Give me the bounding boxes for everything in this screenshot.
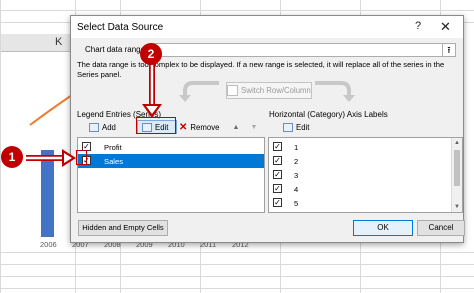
axis-label-checkbox[interactable]: ✓	[273, 156, 282, 165]
axis-edit-label: Edit	[296, 122, 310, 132]
edit-axis-labels-button[interactable]: Edit	[279, 120, 319, 134]
cancel-button[interactable]: Cancel	[417, 220, 465, 236]
hidden-empty-cells-button[interactable]: Hidden and Empty Cells	[78, 220, 168, 236]
legend-entries-list[interactable]: ✓ Profit ✓ Sales	[77, 137, 265, 213]
chart-line-series	[29, 94, 73, 126]
grid-line	[0, 276, 474, 277]
switch-arrow-left-icon	[179, 81, 219, 102]
axis-labels-list[interactable]: ✓ 1 ✓ 2 ✓ 3 ✓ 4 ✓ 5 ▲ ▼	[268, 137, 463, 213]
series-row-profit[interactable]: ✓ Profit	[78, 140, 264, 154]
switch-row-column-label: Switch Row/Column	[241, 86, 311, 95]
axis-list-scrollbar[interactable]: ▲ ▼	[451, 138, 462, 212]
collapse-arrow-icon: ⭱	[447, 45, 451, 55]
add-icon	[89, 122, 99, 132]
scroll-down-icon[interactable]: ▼	[454, 204, 460, 210]
axis-label-checkbox[interactable]: ✓	[273, 170, 282, 179]
collapse-dialog-button[interactable]: ⭱	[442, 43, 456, 57]
axis-labels-title: Horizontal (Category) Axis Labels	[269, 110, 388, 119]
chart-data-range-input[interactable]	[151, 43, 446, 57]
series-label: Sales	[104, 157, 123, 166]
grid-line	[0, 264, 474, 265]
add-label: Add	[102, 122, 116, 132]
add-series-button[interactable]: Add	[85, 120, 125, 134]
axis-label-value: 2	[294, 157, 299, 166]
help-button[interactable]: ?	[415, 20, 421, 32]
axis-label-checkbox[interactable]: ✓	[273, 142, 282, 151]
axis-label-row[interactable]: ✓ 1	[269, 140, 462, 154]
axis-label-row[interactable]: ✓ 3	[269, 168, 462, 182]
step-marker-2: 2	[140, 43, 162, 65]
close-button[interactable]: ✕	[440, 19, 451, 35]
grid-line	[0, 252, 474, 253]
dialog-title: Select Data Source	[77, 22, 164, 33]
series-label: Profit	[104, 143, 122, 152]
remove-label: Remove	[190, 122, 220, 132]
step-marker-1: 1	[1, 146, 23, 168]
dialog-titlebar[interactable]: Select Data Source ? ✕	[71, 16, 463, 38]
axis-label-value: 4	[294, 185, 299, 194]
axis-label-checkbox[interactable]: ✓	[273, 184, 282, 193]
series-row-sales[interactable]: ✓ Sales	[78, 154, 264, 168]
arrow-1-icon	[26, 149, 76, 167]
info-message: The data range is too complex to be disp…	[77, 60, 445, 79]
axis-label-checkbox[interactable]: ✓	[273, 198, 282, 207]
axis-label-value: 3	[294, 171, 299, 180]
switch-row-column-button[interactable]: Switch Row/Column	[226, 82, 312, 99]
remove-icon: ✕	[179, 121, 188, 133]
chevron-up-icon: ▲	[232, 123, 240, 131]
axis-label-row[interactable]: ✓ 5	[269, 196, 462, 210]
chart-data-range-label: Chart data range:	[85, 45, 148, 54]
axis-label-row[interactable]: ✓ 4	[269, 182, 462, 196]
switch-arrow-right-icon	[315, 81, 355, 102]
switch-row-column-icon	[227, 85, 239, 96]
move-up-button[interactable]: ▲	[229, 120, 243, 134]
ok-button[interactable]: OK	[353, 220, 413, 236]
edit-icon	[283, 122, 293, 132]
axis-label-value: 1	[294, 143, 299, 152]
select-data-source-dialog: Select Data Source ? ✕ Chart data range:…	[70, 15, 465, 243]
remove-series-button[interactable]: ✕ Remove	[175, 120, 225, 134]
axis-label-row[interactable]: ✓ 2	[269, 154, 462, 168]
scrollbar-thumb[interactable]	[454, 150, 460, 186]
scroll-up-icon[interactable]: ▲	[454, 140, 460, 146]
axis-label-value: 5	[294, 199, 299, 208]
arrow-2-icon	[142, 62, 162, 118]
grid-line	[0, 288, 474, 289]
chevron-down-icon: ▼	[250, 123, 258, 131]
year-label: 2006	[40, 240, 57, 249]
move-down-button[interactable]: ▼	[247, 120, 261, 134]
